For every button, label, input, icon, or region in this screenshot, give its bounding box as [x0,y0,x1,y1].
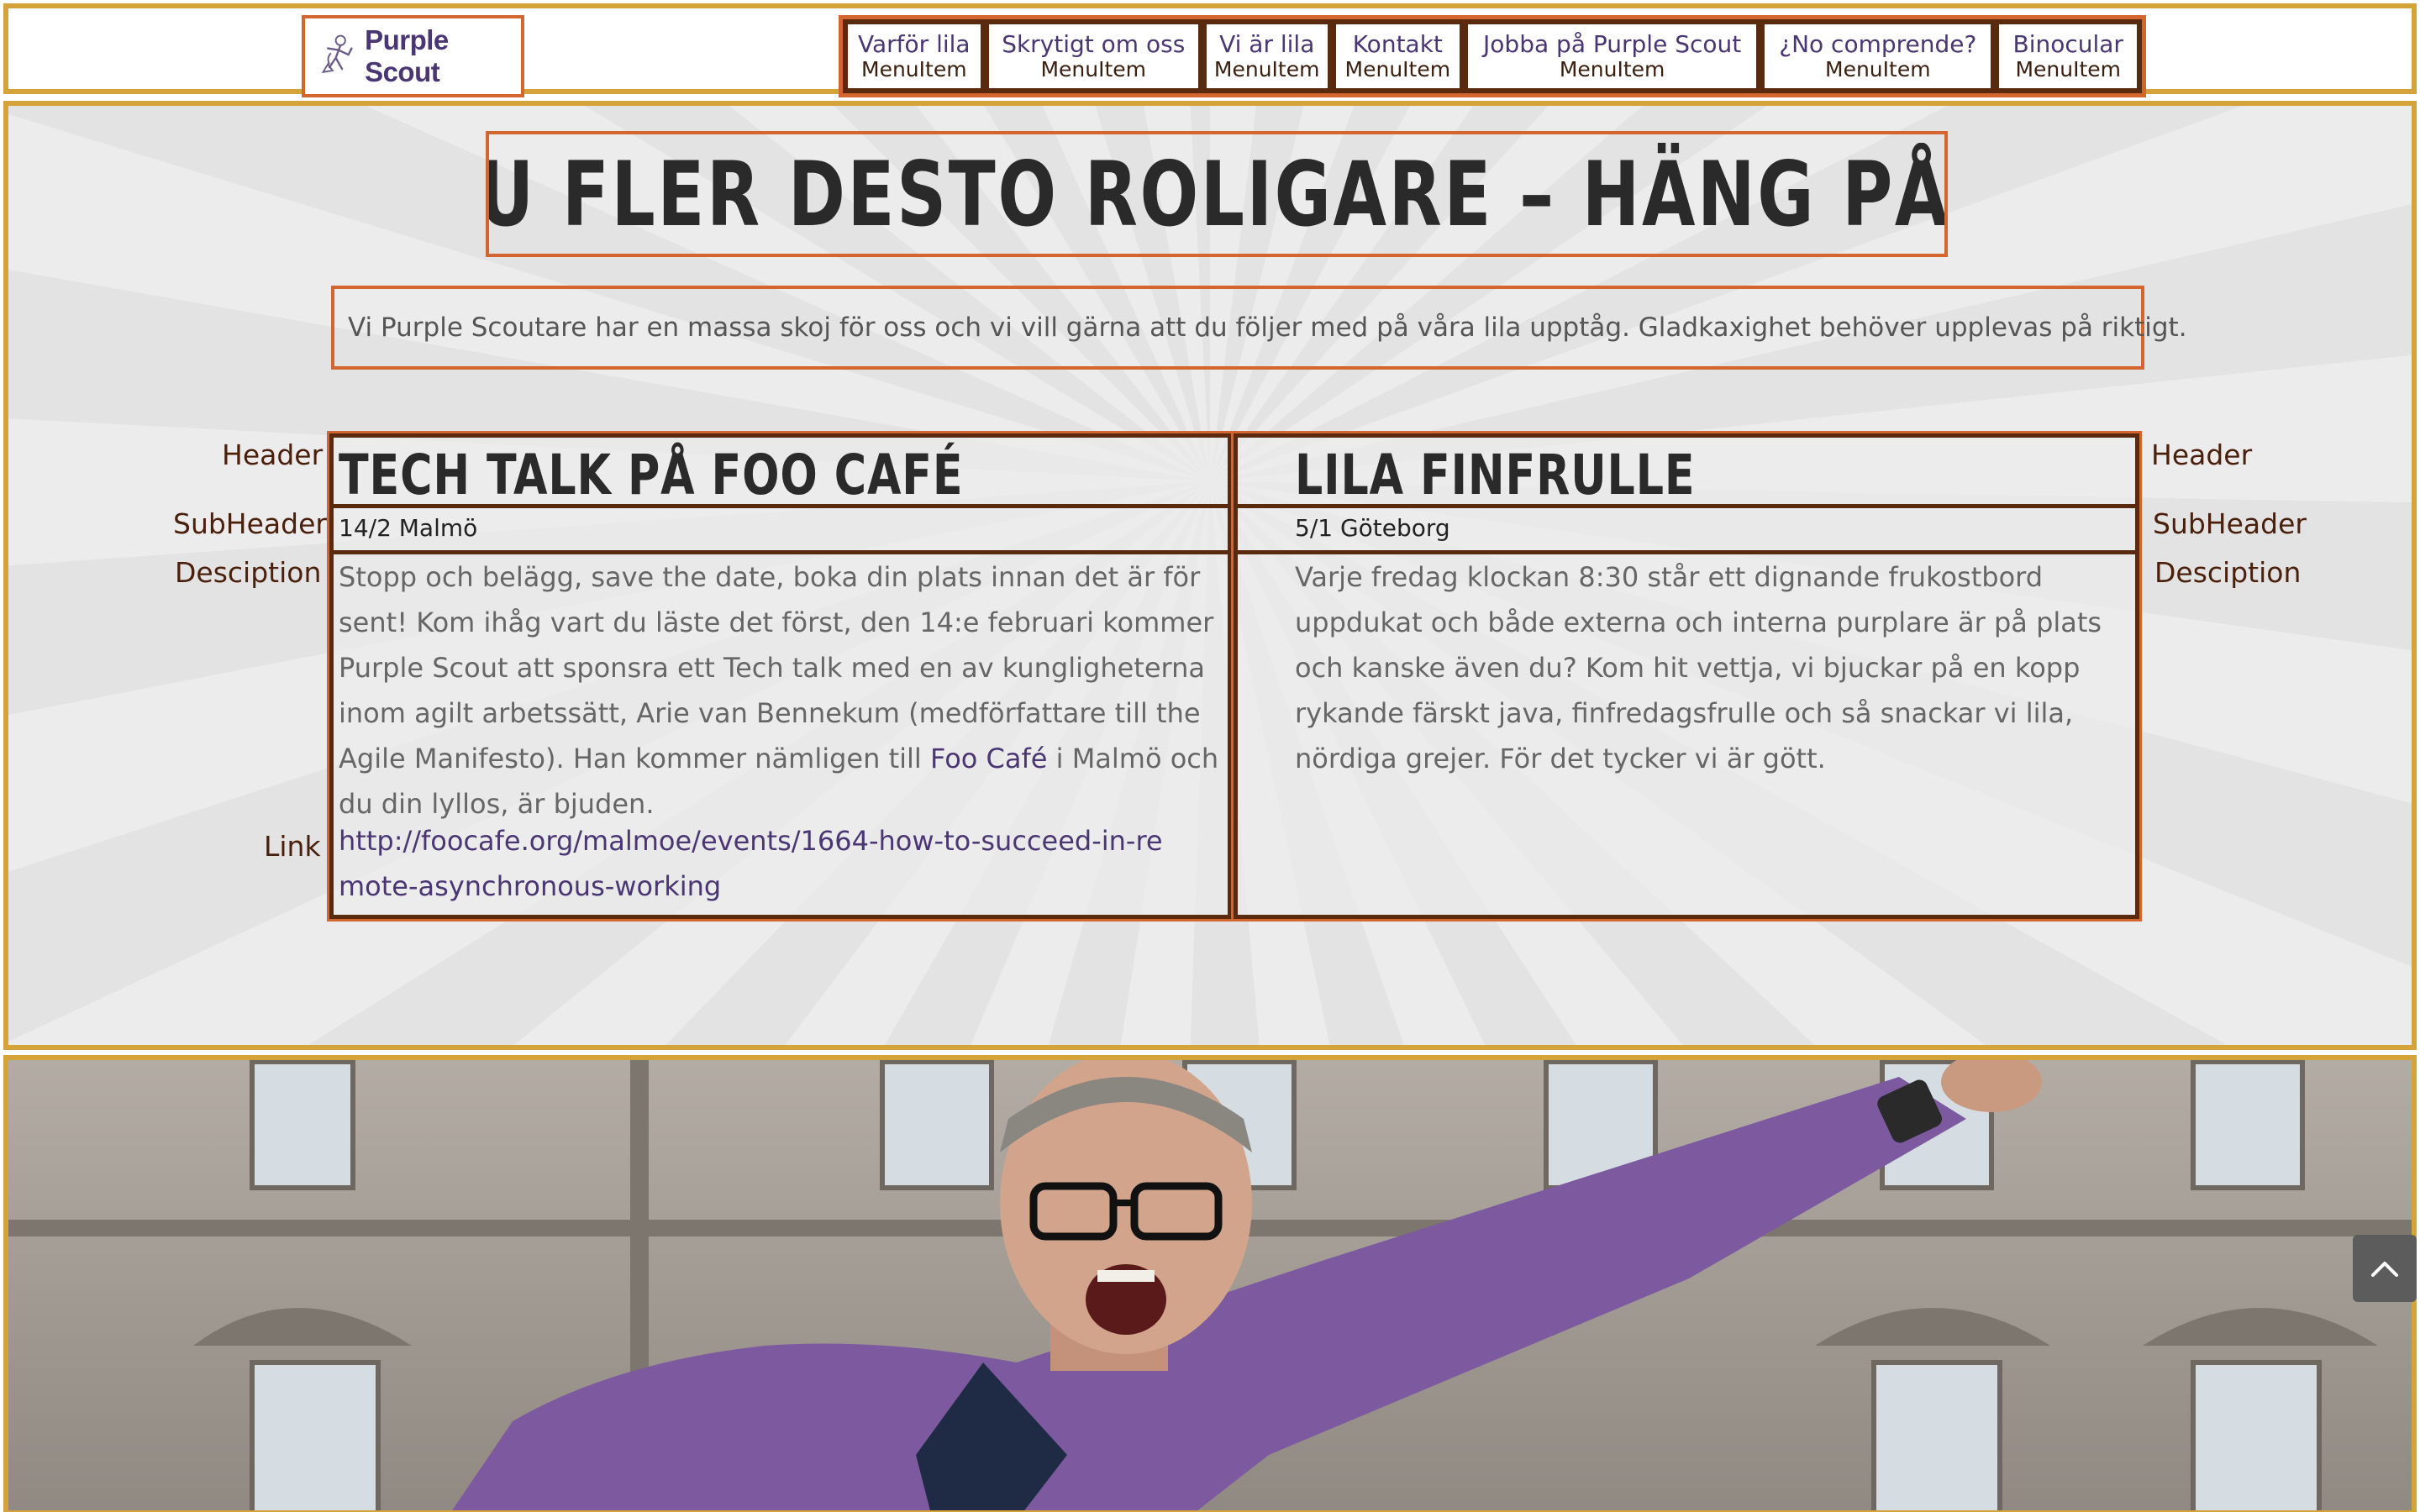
event-subheader: 14/2 Malmö [334,508,1228,554]
hero-photo [3,1055,2417,1512]
cheering-man-photo [8,1060,2412,1510]
scroll-to-top-button[interactable] [2353,1235,2417,1302]
menu-item-label: Skrytigt om oss [1002,30,1186,58]
event-header: LILA FINFRULLE [1238,438,2135,508]
menu-item-label: Kontakt [1352,30,1443,58]
intro-text: Vi Purple Scoutare har en massa skoj för… [331,286,2187,370]
menu-item-binocular[interactable]: Binocular MenuItem [1997,23,2139,90]
event-description: Stopp och belägg, save the date, boka di… [334,554,1228,827]
label-link-left: Link [264,830,321,863]
menu-item-sublabel: MenuItem [2015,57,2121,81]
top-navigation-bar: Purple Scout Varför lila MenuItem Skryti… [3,3,2417,97]
label-subheader-right: SubHeader [2153,507,2307,540]
menu-item-sublabel: MenuItem [861,57,967,81]
menu-item-jobba[interactable]: Jobba på Purple Scout MenuItem [1466,23,1759,90]
event-card-lila-finfrulle: LILA FINFRULLE 5/1 Göteborg Varje fredag… [1231,431,2142,921]
label-header-left: Header [222,438,324,471]
event-description: Varje fredag klockan 8:30 står ett digna… [1295,561,2102,774]
menu-item-sublabel: MenuItem [1559,57,1665,81]
event-link[interactable]: http://foocafe.org/malmoe/events/1664-ho… [339,818,1177,909]
label-description-right: Desciption [2154,556,2302,589]
menu-item-label: ¿No comprende? [1779,30,1977,58]
event-subheader: 5/1 Göteborg [1238,508,2135,554]
event-card-tech-talk: TECH TALK PÅ FOO CAFÉ 14/2 Malmö Stopp o… [327,431,1234,921]
foo-cafe-link[interactable]: Foo Café [930,743,1048,774]
menu-item-label: Jobba på Purple Scout [1483,30,1742,58]
event-header: TECH TALK PÅ FOO CAFÉ [334,438,1228,508]
menu-item-label: Binocular [2012,30,2123,58]
menu-item-no-comprende[interactable]: ¿No comprende? MenuItem [1763,23,1993,90]
menu-item-sublabel: MenuItem [1825,57,1931,81]
events-section: JU FLER DESTO ROLIGARE – HÄNG PÅ! Vi Pur… [3,101,2417,1050]
event-header-text: LILA FINFRULLE [1295,443,1696,507]
menu-item-vi-ar-lila[interactable]: Vi är lila MenuItem [1204,23,1329,90]
label-description-left: Desciption [175,556,322,589]
menu-item-varfor-lila[interactable]: Varför lila MenuItem [846,23,982,90]
main-menu: Varför lila MenuItem Skrytigt om oss Men… [839,15,2146,97]
menu-item-skrytigt-om-oss[interactable]: Skrytigt om oss MenuItem [986,23,1200,90]
chevron-up-icon [2371,1262,2398,1277]
menu-item-kontakt[interactable]: Kontakt MenuItem [1334,23,1462,90]
event-header-text: TECH TALK PÅ FOO CAFÉ [339,443,964,507]
scout-figure-icon [321,34,353,74]
menu-item-label: Vi är lila [1219,30,1315,58]
site-logo[interactable]: Purple Scout [302,15,524,97]
headline-text: JU FLER DESTO ROLIGARE – HÄNG PÅ! [486,142,1948,246]
menu-item-sublabel: MenuItem [1213,57,1320,81]
menu-item-sublabel: MenuItem [1040,57,1147,81]
logo-text: Purple Scout [365,24,449,87]
label-subheader-left: SubHeader [173,507,327,540]
page-headline: JU FLER DESTO ROLIGARE – HÄNG PÅ! [486,131,1948,257]
label-header-right: Header [2151,438,2253,471]
menu-item-label: Varför lila [858,30,971,58]
menu-item-sublabel: MenuItem [1344,57,1451,81]
